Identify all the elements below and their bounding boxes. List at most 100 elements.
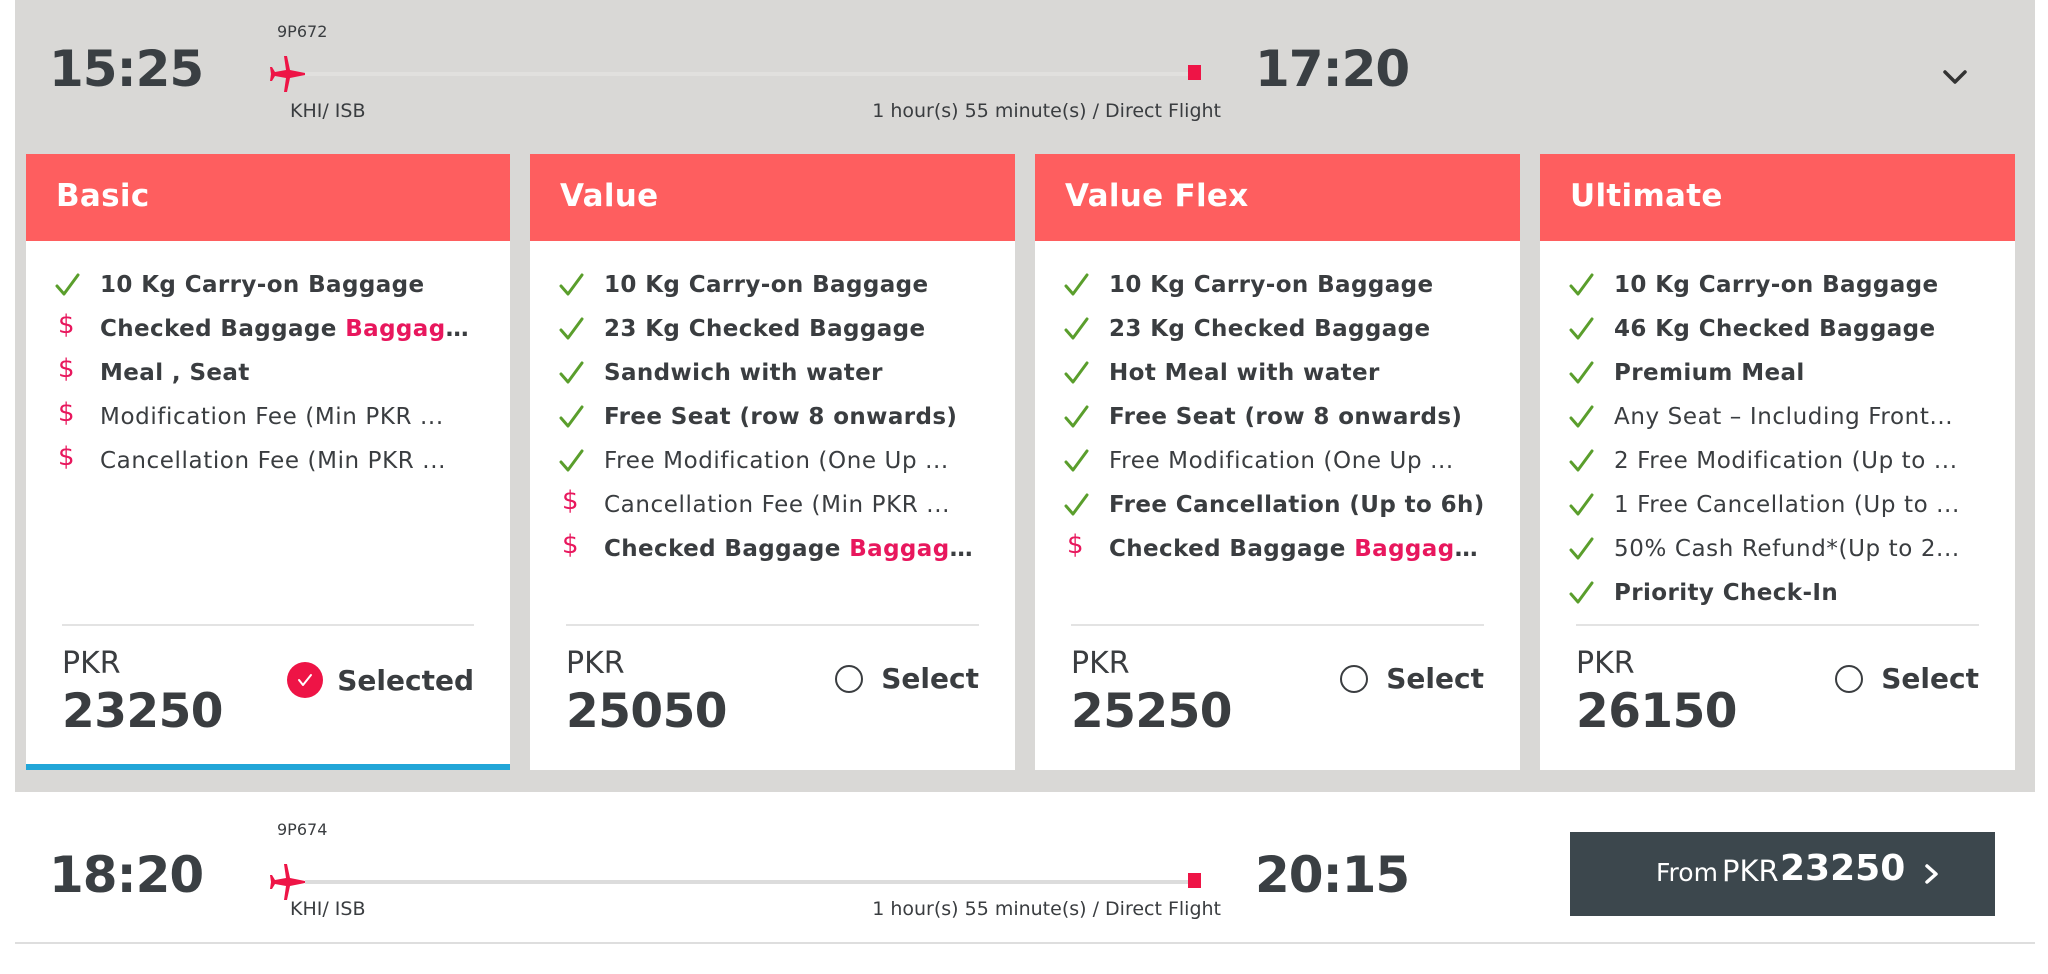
feature-text: 10 Kg Carry-on Baggage <box>1614 272 1939 298</box>
feature-item: 50% Cash Refund*(Up to 2... <box>1568 527 2015 571</box>
fare-price: 25250 <box>1071 684 1233 739</box>
fare-card-value[interactable]: Value 10 Kg Carry-on Baggage 23 Kg Checke… <box>530 154 1015 770</box>
price-currency: PKR <box>1071 646 1130 681</box>
select-fare-button[interactable]: Selected <box>287 662 474 698</box>
check-icon <box>558 446 604 476</box>
from-price: 23250 <box>1780 848 1906 889</box>
feature-item: $ Checked Baggage Baggage... <box>54 307 510 351</box>
feature-item: Any Seat – Including Front... <box>1568 395 2015 439</box>
radio-unchecked-icon[interactable] <box>1340 664 1369 693</box>
feature-list: 10 Kg Carry-on Baggage 46 Kg Checked Bagg… <box>1540 241 2015 615</box>
feature-item: Free Cancellation (Up to 6h) <box>1063 483 1520 527</box>
arrival-time: 17:20 <box>1255 40 1410 98</box>
airplane-icon <box>270 56 305 92</box>
feature-text: Checked Baggage Baggage... <box>604 536 980 562</box>
feature-text: Cancellation Fee (Min PKR ... <box>100 448 447 474</box>
radio-unchecked-icon[interactable] <box>835 664 864 693</box>
check-icon <box>1063 446 1109 476</box>
arrival-time: 20:15 <box>1255 846 1410 904</box>
feature-list: 10 Kg Carry-on Baggage 23 Kg Checked Bagg… <box>530 241 1015 571</box>
feature-item: 23 Kg Checked Baggage <box>558 307 1015 351</box>
check-icon <box>1063 270 1109 300</box>
chevron-down-icon <box>1943 70 1967 84</box>
collapse-button[interactable] <box>1935 60 1975 96</box>
fare-card-basic[interactable]: Basic 10 Kg Carry-on Baggage $ Checked Bag… <box>26 154 510 770</box>
fare-price: 25050 <box>566 684 728 739</box>
feature-item: $ Cancellation Fee (Min PKR ... <box>54 439 510 483</box>
dollar-icon: $ <box>1067 530 1084 560</box>
feature-text: 10 Kg Carry-on Baggage <box>1109 272 1434 298</box>
feature-text: 1 Free Cancellation (Up to ... <box>1614 492 1960 518</box>
check-icon <box>1063 402 1109 432</box>
route: KHI/ ISB <box>290 100 366 122</box>
check-icon <box>1568 534 1614 564</box>
baggage-link[interactable]: Baggage... <box>1354 536 1485 562</box>
airplane-icon <box>270 864 305 900</box>
divider <box>566 624 979 626</box>
radio-unchecked-icon[interactable] <box>1835 664 1864 693</box>
dollar-icon: $ <box>58 442 75 472</box>
fare-price: 26150 <box>1576 684 1738 739</box>
feature-text: 50% Cash Refund*(Up to 2... <box>1614 536 1960 562</box>
check-icon <box>54 270 100 300</box>
radio-checked-icon[interactable] <box>287 662 324 698</box>
select-label: Select <box>1881 662 1979 695</box>
select-label: Select <box>881 662 979 695</box>
flight-number: 9P672 <box>277 22 328 41</box>
check-icon <box>558 270 604 300</box>
check-icon <box>558 402 604 432</box>
feature-text: 10 Kg Carry-on Baggage <box>604 272 929 298</box>
feature-list: 10 Kg Carry-on Baggage $ Checked Baggage B… <box>26 241 510 483</box>
feature-text: 10 Kg Carry-on Baggage <box>100 272 425 298</box>
feature-item: $ Meal , Seat <box>54 351 510 395</box>
check-icon <box>558 314 604 344</box>
feature-text: Premium Meal <box>1614 360 1805 386</box>
feature-item: Free Modification (One Up ... <box>558 439 1015 483</box>
fare-card-value-flex[interactable]: Value Flex 10 Kg Carry-on Baggage 23 Kg C… <box>1035 154 1520 770</box>
fare-name: Basic <box>26 154 510 241</box>
baggage-link[interactable]: Baggage... <box>849 536 980 562</box>
feature-item: Free Seat (row 8 onwards) <box>558 395 1015 439</box>
feature-item: 10 Kg Carry-on Baggage <box>1568 263 2015 307</box>
from-price-button[interactable]: From PKR 23250 <box>1570 832 1995 916</box>
feature-text: 23 Kg Checked Baggage <box>604 316 926 342</box>
chevron-right-icon <box>1925 864 1938 884</box>
check-icon <box>1568 314 1614 344</box>
baggage-link[interactable]: Baggage... <box>345 316 476 342</box>
feature-text: Meal , Seat <box>100 360 250 386</box>
feature-item: $ Checked Baggage Baggage... <box>558 527 1015 571</box>
select-label: Select <box>1386 662 1484 695</box>
dollar-icon: $ <box>58 310 75 340</box>
feature-list: 10 Kg Carry-on Baggage 23 Kg Checked Bagg… <box>1035 241 1520 571</box>
feature-item: Hot Meal with water <box>1063 351 1520 395</box>
flight-row-9p672[interactable]: 15:25 9P672 KHI/ ISB 1 hour(s) 55 minute… <box>15 0 2035 140</box>
select-fare-button[interactable]: Select <box>1835 662 1979 695</box>
feature-text: Checked Baggage Baggage... <box>1109 536 1485 562</box>
feature-text: 46 Kg Checked Baggage <box>1614 316 1936 342</box>
feature-text: Priority Check-In <box>1614 580 1839 606</box>
feature-text: 23 Kg Checked Baggage <box>1109 316 1431 342</box>
feature-item: Sandwich with water <box>558 351 1015 395</box>
check-icon <box>558 358 604 388</box>
feature-item: 46 Kg Checked Baggage <box>1568 307 2015 351</box>
fare-card-ultimate[interactable]: Ultimate 10 Kg Carry-on Baggage 46 Kg Che… <box>1540 154 2015 770</box>
feature-item: Priority Check-In <box>1568 571 2015 615</box>
dollar-icon: $ <box>58 354 75 384</box>
feature-text: Free Modification (One Up ... <box>1109 448 1454 474</box>
flight-number: 9P674 <box>277 820 328 839</box>
departure-time: 15:25 <box>49 40 204 98</box>
divider <box>62 624 474 626</box>
route: KHI/ ISB <box>290 898 366 920</box>
feature-item: 2 Free Modification (Up to ... <box>1568 439 2015 483</box>
select-fare-button[interactable]: Select <box>1340 662 1484 695</box>
departure-time: 18:20 <box>49 846 204 904</box>
feature-item: 10 Kg Carry-on Baggage <box>558 263 1015 307</box>
divider <box>1071 624 1484 626</box>
flight-duration: 1 hour(s) 55 minute(s) / Direct Flight <box>872 898 1221 920</box>
check-icon <box>1568 578 1614 608</box>
select-fare-button[interactable]: Select <box>835 662 979 695</box>
feature-item: Free Seat (row 8 onwards) <box>1063 395 1520 439</box>
destination-marker-icon <box>1188 873 1201 888</box>
feature-item: $ Modification Fee (Min PKR ... <box>54 395 510 439</box>
feature-text: Sandwich with water <box>604 360 883 386</box>
